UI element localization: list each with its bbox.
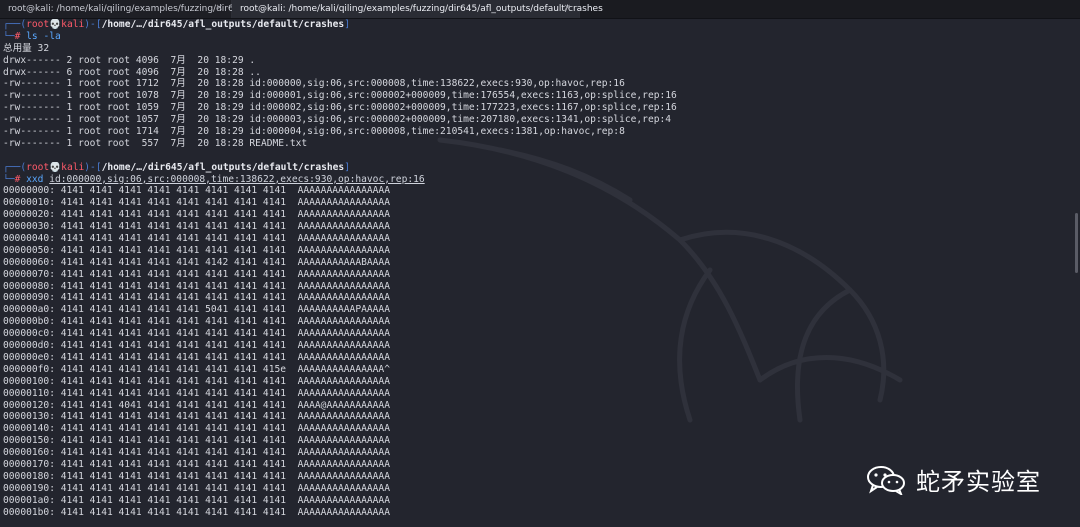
xxd-output-line: 00000130: 4141 4141 4141 4141 4141 4141 … [3, 411, 390, 423]
xxd-output-line: 000000a0: 4141 4141 4141 4141 4141 5041 … [3, 304, 390, 316]
tab-close-icon[interactable]: × [215, 3, 223, 13]
ls-output-line: -rw------- 1 root root 1059 7月 20 18:29 … [3, 102, 677, 114]
tab-title: root@kali: /home/kali/qiling/examples/fu… [240, 4, 603, 14]
xxd-output-line: 00000140: 4141 4141 4141 4141 4141 4141 … [3, 423, 390, 435]
xxd-output-line: 000000e0: 4141 4141 4141 4141 4141 4141 … [3, 351, 390, 363]
skull-icon: 💀 [49, 161, 62, 173]
command-line-1: └─# ls -la [3, 30, 61, 42]
xxd-output-line: 00000040: 4141 4141 4141 4141 4141 4141 … [3, 233, 390, 245]
ls-output-line: -rw------- 1 root root 1714 7月 20 18:29 … [3, 126, 625, 138]
ls-output-line: drwx------ 2 root root 4096 7月 20 18:29 … [3, 54, 256, 66]
ls-output-line: -rw------- 1 root root 557 7月 20 18:28 R… [3, 137, 308, 149]
ls-output: 总用量 32 drwx------ 2 root root 4096 7月 20 … [3, 43, 1080, 150]
xxd-output-line: 00000090: 4141 4141 4141 4141 4141 4141 … [3, 292, 390, 304]
xxd-output-line: 00000150: 4141 4141 4141 4141 4141 4141 … [3, 435, 390, 447]
wechat-icon [867, 465, 905, 495]
watermark-text: 蛇矛实验室 [916, 468, 1041, 496]
terminal-window: root@kali: /home/kali/qiling/examples/fu… [0, 0, 1080, 527]
ls-output-line: 总用量 32 [3, 42, 50, 54]
tab-close-icon[interactable]: × [563, 3, 571, 13]
xxd-output-line: 000000c0: 4141 4141 4141 4141 4141 4141 … [3, 328, 390, 340]
tab-title: root@kali: /home/kali/qiling/examples/fu… [8, 4, 246, 14]
prompt-line-1: ┌──(root💀kali)-[/home/…/dir645/afl_outpu… [3, 19, 350, 30]
ls-output-line: drwx------ 6 root root 4096 7月 20 18:28 … [3, 66, 261, 78]
scrollbar[interactable] [1075, 213, 1078, 273]
xxd-output-line: 00000100: 4141 4141 4141 4141 4141 4141 … [3, 375, 390, 387]
xxd-output-line: 00000050: 4141 4141 4141 4141 4141 4141 … [3, 244, 390, 256]
tab-dir645[interactable]: root@kali: /home/kali/qiling/examples/fu… [0, 0, 245, 18]
tab-crashes[interactable]: root@kali: /home/kali/qiling/examples/fu… [232, 0, 603, 18]
xxd-output-line: 00000010: 4141 4141 4141 4141 4141 4141 … [3, 197, 390, 209]
ls-output-line: -rw------- 1 root root 1712 7月 20 18:28 … [3, 78, 625, 90]
terminal-content[interactable]: ┌──(root💀kali)-[/home/…/dir645/afl_outpu… [0, 19, 1080, 527]
command-args: -la [37, 30, 61, 42]
ls-output-line: -rw------- 1 root root 1057 7月 20 18:29 … [3, 114, 672, 126]
xxd-output-line: 00000120: 4141 4141 4041 4141 4141 4141 … [3, 399, 390, 411]
xxd-output-line: 000000b0: 4141 4141 4141 4141 4141 4141 … [3, 316, 390, 328]
ls-output-line: -rw------- 1 root root 1078 7月 20 18:29 … [3, 90, 677, 102]
xxd-output-line: 00000160: 4141 4141 4141 4141 4141 4141 … [3, 447, 390, 459]
command-name: ls [26, 30, 38, 42]
xxd-output-line: 00000080: 4141 4141 4141 4141 4141 4141 … [3, 280, 390, 292]
command-name: xxd [26, 173, 44, 185]
xxd-output-line: 00000000: 4141 4141 4141 4141 4141 4141 … [3, 185, 390, 197]
xxd-output-line: 00000060: 4141 4141 4141 4141 4141 4142 … [3, 256, 390, 268]
watermark: 蛇矛实验室 [866, 462, 1041, 497]
xxd-output-line: 00000030: 4141 4141 4141 4141 4141 4141 … [3, 221, 390, 233]
tab-bar: root@kali: /home/kali/qiling/examples/fu… [0, 0, 1080, 19]
command-line-2: └─# xxd id:000000,sig:06,src:000008,time… [3, 173, 425, 185]
skull-icon: 💀 [49, 19, 62, 30]
xxd-output-line: 000001b0: 4141 4141 4141 4141 4141 4141 … [3, 506, 390, 518]
command-args: id:000000,sig:06,src:000008,time:138622,… [49, 173, 425, 185]
xxd-output-line: 000000d0: 4141 4141 4141 4141 4141 4141 … [3, 340, 390, 352]
xxd-output-line: 00000110: 4141 4141 4141 4141 4141 4141 … [3, 387, 390, 399]
xxd-output-line: 000000f0: 4141 4141 4141 4141 4141 4141 … [3, 363, 390, 375]
prompt-path: /home/…/dir645/afl_outputs/default/crash… [101, 161, 345, 173]
xxd-output-line: 00000070: 4141 4141 4141 4141 4141 4141 … [3, 268, 390, 280]
prompt-line-2: ┌──(root💀kali)-[/home/…/dir645/afl_outpu… [3, 161, 350, 173]
xxd-output-line: 00000020: 4141 4141 4141 4141 4141 4141 … [3, 209, 390, 221]
prompt-path: /home/…/dir645/afl_outputs/default/crash… [101, 19, 345, 30]
